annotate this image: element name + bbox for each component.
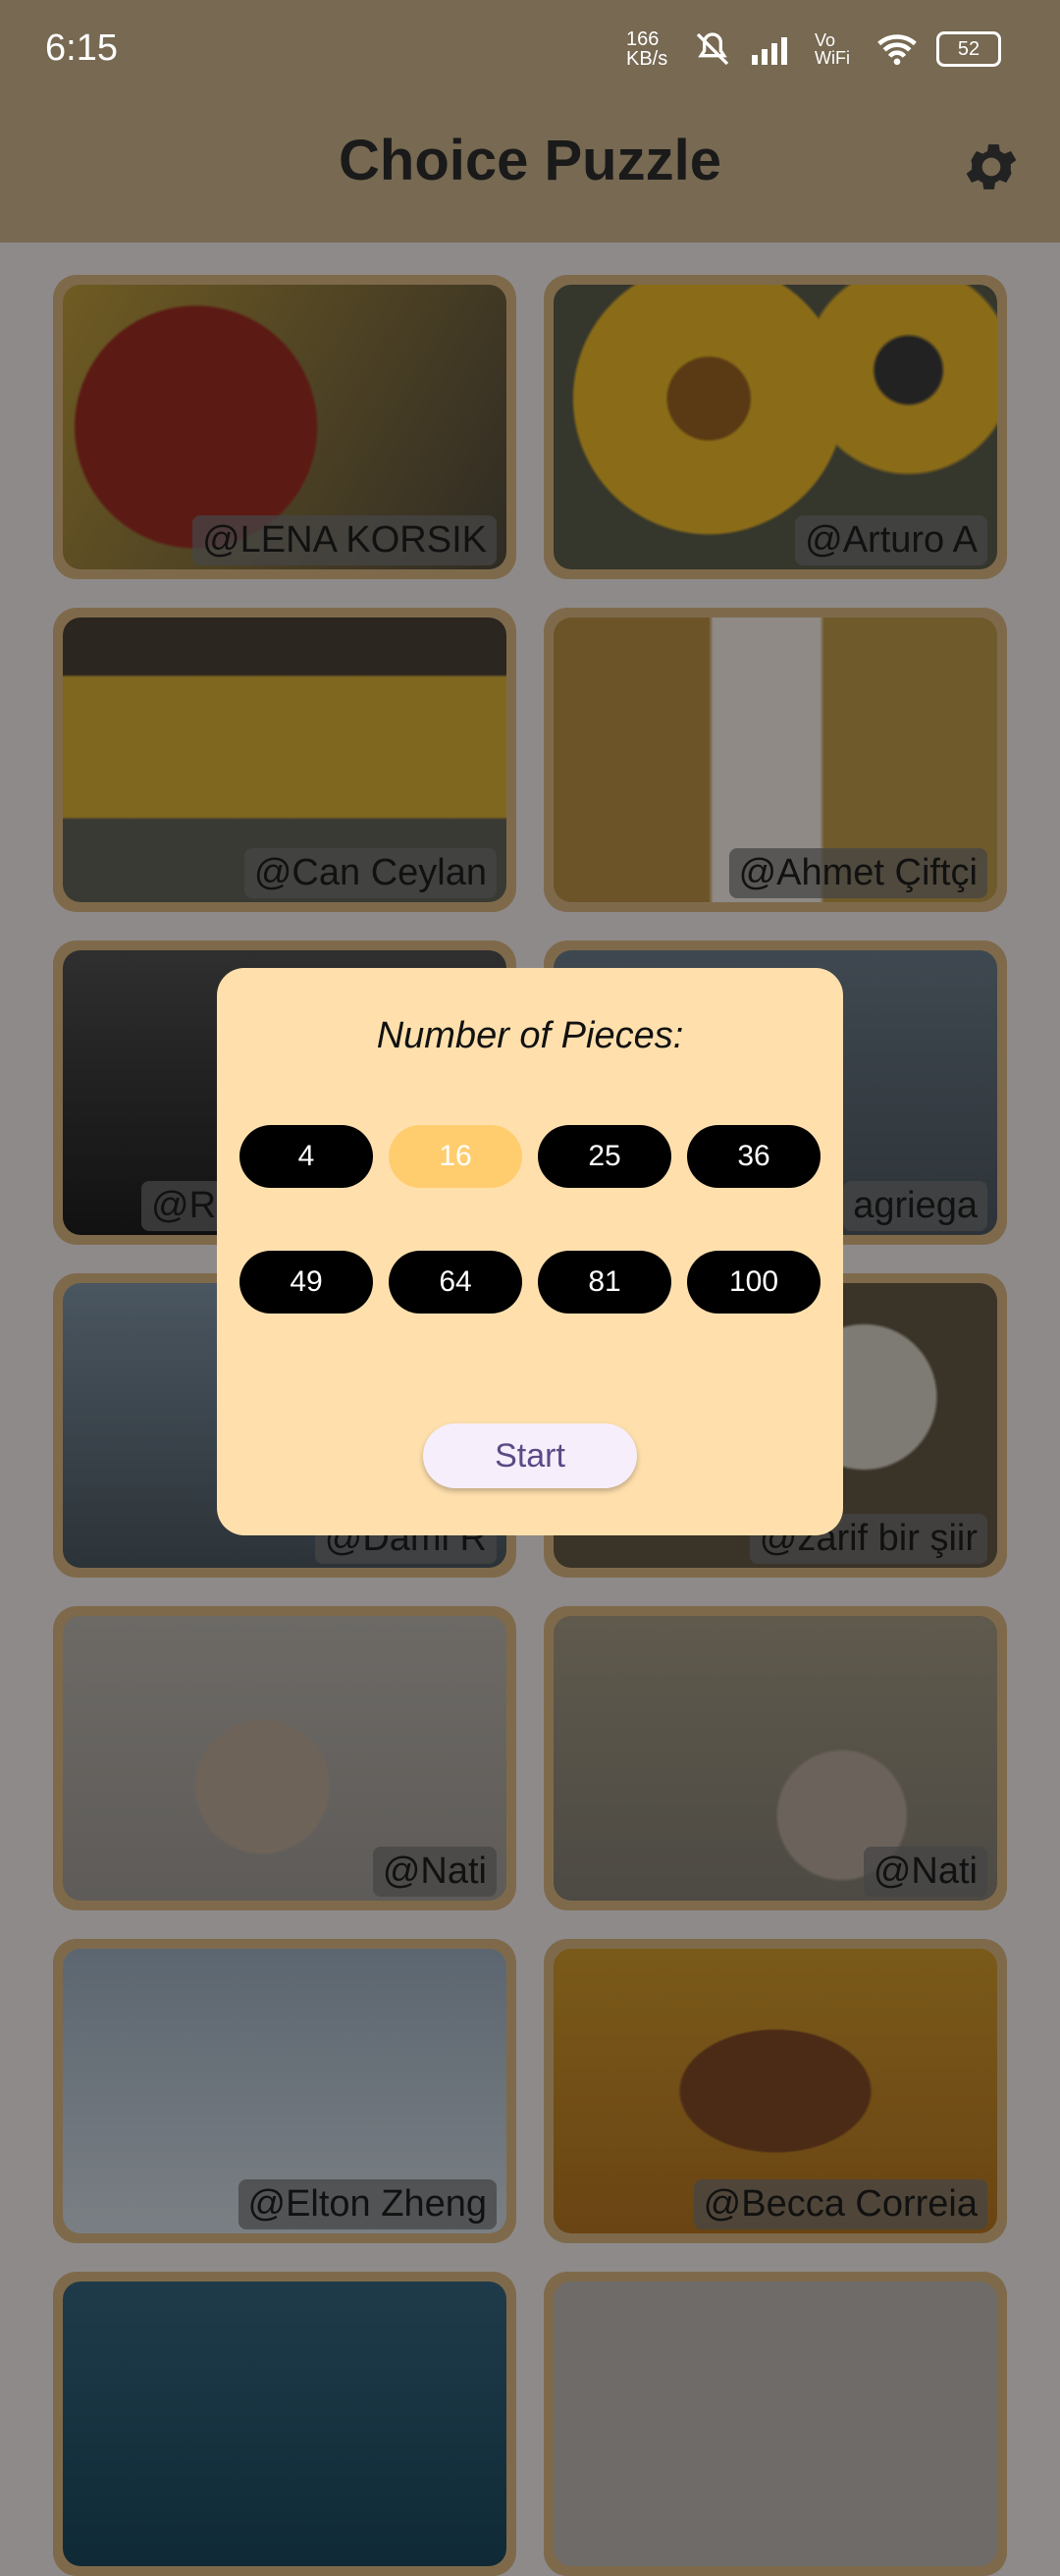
- puzzle-card[interactable]: [544, 2272, 1007, 2576]
- status-time: 6:15: [45, 27, 118, 69]
- battery-icon: 52: [936, 31, 1001, 67]
- pieces-option-4[interactable]: 4: [239, 1125, 373, 1188]
- photo-credit: @Ahmet Çiftçi: [728, 848, 987, 898]
- puzzle-card[interactable]: @Becca Correia: [544, 1939, 1007, 2243]
- battery-level: 52: [957, 37, 980, 60]
- photo-credit: @Becca Correia: [693, 2179, 987, 2229]
- puzzle-card[interactable]: @Nati: [53, 1606, 516, 1910]
- pieces-option-64[interactable]: 64: [389, 1251, 522, 1314]
- signal-icon: [752, 37, 787, 65]
- puzzle-card[interactable]: @LENA KORSIK: [53, 275, 516, 579]
- app-title: Choice Puzzle: [339, 129, 721, 192]
- network-speed: 166 KB/s: [626, 28, 668, 70]
- wifi-icon: [877, 34, 917, 66]
- photo-credit: @Can Ceylan: [243, 848, 497, 898]
- pieces-option-100[interactable]: 100: [687, 1251, 821, 1314]
- puzzle-image: [554, 2281, 997, 2566]
- puzzle-card[interactable]: @Ahmet Çiftçi: [544, 608, 1007, 912]
- start-button[interactable]: Start: [423, 1423, 637, 1488]
- photo-credit: @Nati: [372, 1847, 497, 1897]
- puzzle-card[interactable]: @Elton Zheng: [53, 1939, 516, 2243]
- pieces-dialog: Number of Pieces: 4 16 25 36 49 64 81 10…: [217, 968, 843, 1535]
- puzzle-card[interactable]: [53, 2272, 516, 2576]
- photo-credit: @Elton Zheng: [238, 2179, 497, 2229]
- status-bar: 6:15 166 KB/s Vo WiFi 52: [0, 0, 1060, 98]
- puzzle-card[interactable]: @Nati: [544, 1606, 1007, 1910]
- puzzle-card[interactable]: @Arturo A: [544, 275, 1007, 579]
- dialog-title: Number of Pieces:: [376, 1015, 684, 1056]
- gear-icon[interactable]: [960, 135, 1023, 198]
- photo-credit: @Arturo A: [795, 515, 987, 565]
- pieces-option-81[interactable]: 81: [538, 1251, 671, 1314]
- puzzle-image: [63, 2281, 506, 2566]
- photo-credit: agriega: [843, 1181, 987, 1231]
- photo-credit: @LENA KORSIK: [192, 515, 497, 565]
- puzzle-card[interactable]: @Can Ceylan: [53, 608, 516, 912]
- pieces-option-16[interactable]: 16: [389, 1125, 522, 1188]
- mute-icon: [696, 32, 729, 66]
- vowifi-icon: Vo WiFi: [815, 30, 850, 68]
- pieces-option-25[interactable]: 25: [538, 1125, 671, 1188]
- pieces-option-49[interactable]: 49: [239, 1251, 373, 1314]
- photo-credit: @Nati: [863, 1847, 987, 1897]
- pieces-option-36[interactable]: 36: [687, 1125, 821, 1188]
- app-bar: Choice Puzzle: [0, 98, 1060, 242]
- photo-credit: @R: [141, 1181, 227, 1231]
- status-icons: 166 KB/s Vo WiFi 52: [626, 29, 1001, 69]
